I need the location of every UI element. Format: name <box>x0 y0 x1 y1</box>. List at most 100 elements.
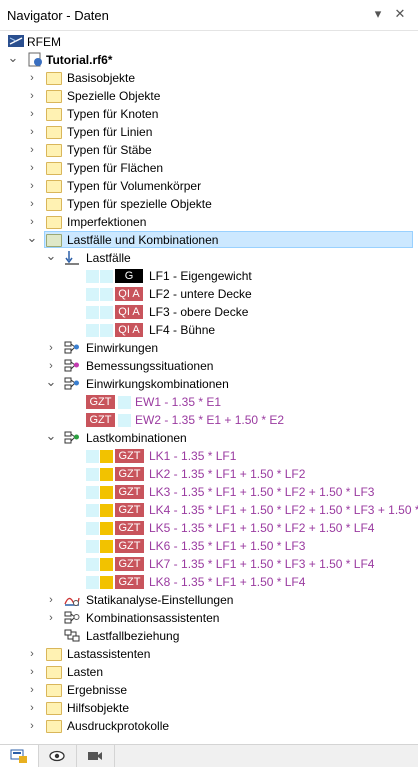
chevron-right-icon[interactable]: › <box>26 701 38 715</box>
chevron-down-icon[interactable]: ⌄ <box>26 231 38 245</box>
tree-einwirkungskombinationen[interactable]: ⌄ Einwirkungskombinationen <box>0 375 418 393</box>
tree-folder[interactable]: › Lasten <box>0 663 418 681</box>
load-combinations-icon <box>64 430 80 445</box>
tree-folder[interactable]: › Basisobjekte <box>0 69 418 87</box>
load-combination-item[interactable]: GZT LK4 - 1.35 * LF1 + 1.50 * LF2 + 1.50 … <box>0 501 418 519</box>
eye-icon <box>49 750 65 762</box>
tree-item-label: Typen für spezielle Objekte <box>67 197 212 211</box>
tree-statikanalyse[interactable]: › Statikanalyse-Einstellungen <box>0 591 418 609</box>
tree-folder[interactable]: › Typen für Flächen <box>0 159 418 177</box>
tree-kombinationsassistenten[interactable]: › Kombinationsassistenten <box>0 609 418 627</box>
tree-item-label: LF4 - Bühne <box>149 323 216 337</box>
tree-einwirkungen[interactable]: › Einwirkungen <box>0 339 418 357</box>
load-case-item[interactable]: QI A LF2 - untere Decke <box>0 285 418 303</box>
chevron-right-icon[interactable]: › <box>26 107 38 121</box>
load-case-item[interactable]: G LF1 - Eigengewicht <box>0 267 418 285</box>
dropdown-icon[interactable]: ▾ <box>370 6 386 22</box>
tree-folder[interactable]: › Typen für spezielle Objekte <box>0 195 418 213</box>
tree-folder[interactable]: › Ausdruckprotokolle <box>0 717 418 735</box>
tree-project[interactable]: ⌄ Tutorial.rf6* <box>0 51 418 69</box>
load-combination-item[interactable]: GZT LK2 - 1.35 * LF1 + 1.50 * LF2 <box>0 465 418 483</box>
tree-item-label: Bemessungssituationen <box>86 359 214 373</box>
load-case-item[interactable]: QI A LF4 - Bühne <box>0 321 418 339</box>
tree-folder[interactable]: › Hilfsobjekte <box>0 699 418 717</box>
chevron-right-icon[interactable]: › <box>26 665 38 679</box>
tree-folder[interactable]: › Imperfektionen <box>0 213 418 231</box>
navigator-tree: RFEM ⌄ Tutorial.rf6* › Basisobjekte › Speziell… <box>0 30 418 745</box>
chevron-right-icon[interactable]: › <box>45 359 57 373</box>
color-square <box>100 576 113 589</box>
chevron-right-icon[interactable]: › <box>26 719 38 733</box>
tree-lastkombinationen[interactable]: ⌄ Lastkombinationen <box>0 429 418 447</box>
tree-root-rfem[interactable]: RFEM <box>0 33 418 51</box>
type-badge: GZT <box>115 485 144 499</box>
tree-item-label: RFEM <box>27 35 61 49</box>
chevron-down-icon[interactable]: ⌄ <box>45 429 57 443</box>
chevron-right-icon[interactable]: › <box>45 341 57 355</box>
action-combination-item[interactable]: GZT EW2 - 1.35 * E1 + 1.50 * E2 <box>0 411 418 429</box>
chevron-right-icon[interactable]: › <box>26 125 38 139</box>
folder-icon <box>46 180 62 193</box>
chevron-down-icon[interactable]: ⌄ <box>45 375 57 389</box>
tree-folder[interactable]: › Typen für Stäbe <box>0 141 418 159</box>
folder-icon <box>46 648 62 661</box>
tree-lastfallbeziehung[interactable]: Lastfallbeziehung <box>0 627 418 645</box>
color-square <box>86 504 99 517</box>
folder-icon <box>46 216 62 229</box>
view-tab[interactable] <box>38 745 77 767</box>
color-square <box>86 486 99 499</box>
tree-folder[interactable]: › Spezielle Objekte <box>0 87 418 105</box>
chevron-right-icon[interactable]: › <box>26 683 38 697</box>
load-combination-item[interactable]: GZT LK8 - 1.35 * LF1 + 1.50 * LF4 <box>0 573 418 591</box>
close-icon[interactable]: ✕ <box>392 6 408 22</box>
chevron-right-icon[interactable]: › <box>26 143 38 157</box>
type-badge: QI A <box>115 305 143 319</box>
folder-icon <box>46 72 62 85</box>
tree-bemessungssituationen[interactable]: › Bemessungssituationen <box>0 357 418 375</box>
actions-icon <box>64 340 80 355</box>
chevron-right-icon[interactable]: › <box>26 71 38 85</box>
tree-lastfaelle-kombinationen[interactable]: ⌄ Lastfälle und Kombinationen <box>0 231 418 249</box>
chevron-right-icon[interactable]: › <box>45 593 57 607</box>
folder-icon <box>46 684 62 697</box>
folder-icon <box>46 666 62 679</box>
load-combination-item[interactable]: GZT LK1 - 1.35 * LF1 <box>0 447 418 465</box>
tree-folder[interactable]: › Lastassistenten <box>0 645 418 663</box>
chevron-right-icon[interactable]: › <box>26 197 38 211</box>
chevron-right-icon[interactable]: › <box>26 161 38 175</box>
load-combination-item[interactable]: GZT LK3 - 1.35 * LF1 + 1.50 * LF2 + 1.50 … <box>0 483 418 501</box>
load-combination-item[interactable]: GZT LK5 - 1.35 * LF1 + 1.50 * LF2 + 1.50 … <box>0 519 418 537</box>
color-square <box>100 540 113 553</box>
load-combination-item[interactable]: GZT LK6 - 1.35 * LF1 + 1.50 * LF3 <box>0 537 418 555</box>
tree-lastfaelle[interactable]: ⌄ Lastfälle <box>0 249 418 267</box>
camera-icon <box>88 752 102 760</box>
type-badge: GZT <box>115 467 144 481</box>
chevron-down-icon[interactable]: ⌄ <box>7 51 19 65</box>
tree-item-label: LK2 - 1.35 * LF1 + 1.50 * LF2 <box>149 467 306 481</box>
chevron-right-icon[interactable]: › <box>26 647 38 661</box>
color-square <box>100 504 113 517</box>
tree-folder[interactable]: › Typen für Volumenkörper <box>0 177 418 195</box>
tree-folder[interactable]: › Typen für Knoten <box>0 105 418 123</box>
load-case-arrow-icon <box>64 250 80 265</box>
tree-folder[interactable]: › Ergebnisse <box>0 681 418 699</box>
tree-folder[interactable]: › Typen für Linien <box>0 123 418 141</box>
tree-item-label: LK4 - 1.35 * LF1 + 1.50 * LF2 + 1.50 * L… <box>149 503 418 517</box>
type-badge: G <box>115 269 143 283</box>
chevron-right-icon[interactable]: › <box>26 89 38 103</box>
load-case-item[interactable]: QI A LF3 - obere Decke <box>0 303 418 321</box>
action-combination-item[interactable]: GZT EW1 - 1.35 * E1 <box>0 393 418 411</box>
tree-item-label: Lasten <box>67 665 104 679</box>
chevron-right-icon[interactable]: › <box>45 611 57 625</box>
load-combination-item[interactable]: GZT LK7 - 1.35 * LF1 + 1.50 * LF3 + 1.50 … <box>0 555 418 573</box>
type-badge: GZT <box>86 413 115 427</box>
data-tab[interactable] <box>0 745 39 767</box>
type-badge: GZT <box>115 539 144 553</box>
tree-item-label: Statikanalyse-Einstellungen <box>86 593 234 607</box>
chevron-right-icon[interactable]: › <box>26 215 38 229</box>
chevron-down-icon[interactable]: ⌄ <box>45 249 57 263</box>
tree-item-label: EW2 - 1.35 * E1 + 1.50 * E2 <box>135 413 285 427</box>
design-situations-icon <box>64 358 80 373</box>
chevron-right-icon[interactable]: › <box>26 179 38 193</box>
camera-tab[interactable] <box>76 745 115 767</box>
